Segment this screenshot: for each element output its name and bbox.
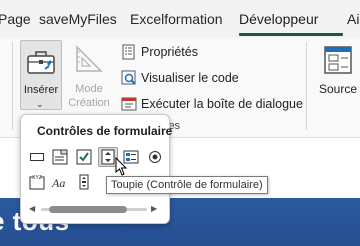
label-icon[interactable]: Aa: [51, 173, 69, 191]
executer-dialogue-button[interactable]: Exécuter la boîte de dialogue: [121, 94, 303, 114]
tab-page[interactable]: Page: [0, 11, 31, 27]
combo-box-icon[interactable]: [51, 148, 69, 166]
design-mode-icon: [74, 44, 104, 77]
scroll-right-icon[interactable]: ▶: [151, 204, 157, 213]
svg-text:XYZ: XYZ: [32, 175, 42, 181]
svg-text:Aa: Aa: [51, 176, 65, 189]
inserer-button[interactable]: Insérer ⌄: [20, 40, 62, 110]
view-code-icon: [121, 70, 137, 86]
visualiser-code-label: Visualiser le code: [141, 71, 239, 85]
executer-dialogue-label: Exécuter la boîte de dialogue: [141, 97, 303, 111]
active-tab-indicator: [239, 33, 343, 36]
ribbon-separator: [12, 42, 13, 130]
inserer-label: Insérer: [23, 84, 59, 96]
group-box-icon[interactable]: XYZ: [28, 173, 46, 191]
tab-excelformation[interactable]: Excelformation: [130, 11, 223, 27]
form-controls-dropdown: Contrôles de formulaire XYZ Aa ◀ ▶: [20, 114, 173, 224]
scroll-thumb[interactable]: [49, 206, 127, 213]
mode-creation-button[interactable]: Mode Création: [64, 40, 114, 110]
xml-source-icon: [322, 44, 354, 79]
checkbox-icon[interactable]: [75, 148, 93, 166]
ribbon-separator: [306, 42, 307, 130]
spinner-tooltip: Toupie (Contrôle de formulaire): [106, 176, 268, 194]
mode-label-line2: Création: [68, 97, 110, 109]
source-label: Source: [319, 82, 358, 96]
tab-savemyfiles[interactable]: saveMyFiles: [39, 11, 117, 27]
visualiser-code-button[interactable]: Visualiser le code: [121, 68, 239, 88]
mode-creation-label: Mode Création: [64, 82, 114, 110]
dropdown-horizontal-scrollbar[interactable]: ◀ ▶: [29, 204, 159, 214]
scrollbar-icon[interactable]: [75, 173, 93, 191]
properties-icon: [121, 44, 137, 60]
toolbox-icon: [26, 47, 56, 80]
button-icon[interactable]: [28, 148, 46, 166]
mouse-pointer-icon: [115, 156, 129, 182]
run-dialog-icon: [121, 96, 137, 112]
source-button[interactable]: Source: [316, 40, 360, 110]
mode-label-line1: Mode: [75, 83, 103, 95]
dropdown-title: Contrôles de formulaire: [37, 124, 173, 138]
proprietes-label: Propriétés: [141, 45, 198, 59]
tab-developpeur[interactable]: Développeur: [239, 11, 318, 27]
chevron-down-icon: ⌄: [36, 99, 44, 109]
option-button-icon[interactable]: [146, 148, 164, 166]
proprietes-button[interactable]: Propriétés: [121, 42, 198, 62]
ribbon-tabs: Page saveMyFiles Excelformation Développ…: [0, 0, 360, 38]
tab-aide[interactable]: Aide: [347, 11, 360, 27]
scroll-left-icon[interactable]: ◀: [29, 204, 35, 213]
